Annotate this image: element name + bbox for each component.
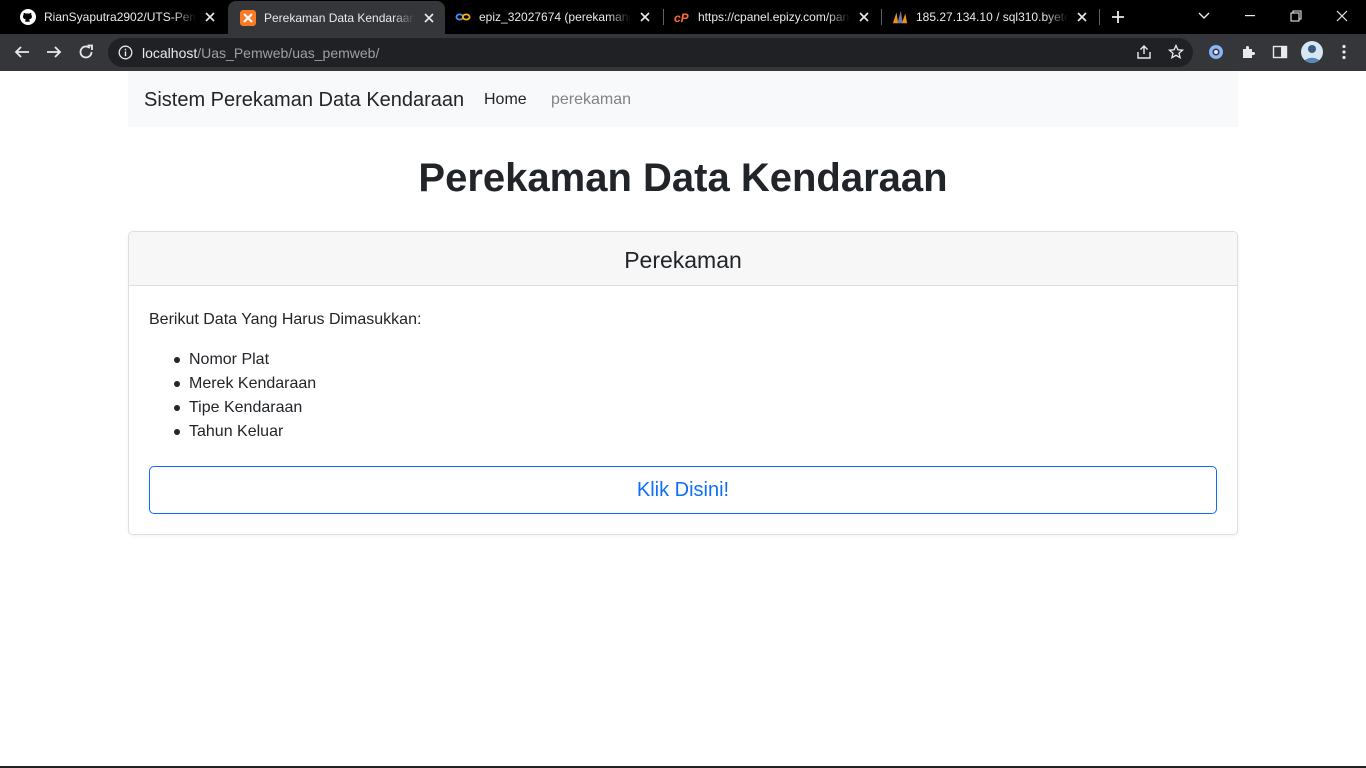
tab-title: RianSyaputra2902/UTS-Pemo	[44, 10, 196, 24]
url-path: /Uas_Pemweb/uas_pemweb/	[197, 45, 380, 61]
restore-button[interactable]	[1273, 0, 1319, 32]
close-icon	[1336, 10, 1348, 22]
forward-button[interactable]	[40, 38, 68, 66]
navbar-brand[interactable]: Sistem Perekaman Data Kendaraan	[144, 88, 464, 112]
perekaman-card: Perekaman Berikut Data Yang Harus Dimasu…	[128, 231, 1238, 535]
list-item: Nomor Plat	[149, 350, 316, 374]
share-icon	[1137, 45, 1151, 59]
close-icon[interactable]	[1074, 9, 1090, 25]
info-icon[interactable]	[118, 45, 133, 60]
url-text: localhost/Uas_Pemweb/uas_pemweb/	[142, 45, 379, 61]
url-host: localhost	[142, 45, 198, 61]
close-window-button[interactable]	[1319, 0, 1365, 32]
arrow-right-icon	[47, 46, 62, 58]
back-button[interactable]	[8, 38, 36, 66]
github-icon	[20, 9, 36, 25]
arrow-left-icon	[14, 46, 29, 58]
close-icon[interactable]	[856, 9, 872, 25]
profile-avatar[interactable]	[1301, 41, 1323, 63]
tab-title: Perekaman Data Kendaraan	[264, 10, 415, 25]
close-icon[interactable]	[202, 9, 218, 25]
tab-divider	[1099, 9, 1100, 25]
browser-tab-github[interactable]: RianSyaputra2902/UTS-Pemo	[8, 0, 226, 34]
xampp-icon	[240, 9, 256, 26]
side-panel-button[interactable]	[1266, 38, 1294, 66]
list-item: Merek Kendaraan	[149, 374, 316, 398]
tab-search-button[interactable]	[1181, 0, 1227, 32]
close-icon[interactable]	[421, 10, 437, 26]
side-panel-icon	[1272, 45, 1288, 59]
reload-button[interactable]	[72, 38, 100, 66]
tab-title: 185.27.134.10 / sql310.byetcluster	[916, 10, 1068, 24]
minimize-button[interactable]	[1227, 0, 1273, 32]
svg-text:cP: cP	[674, 11, 690, 25]
restore-icon	[1290, 10, 1302, 22]
browser-tab-strip: RianSyaputra2902/UTS-Pemo Perekaman Data…	[0, 0, 1366, 34]
list-item: Tipe Kendaraan	[149, 398, 316, 422]
close-icon[interactable]	[637, 9, 653, 25]
browser-tab-cpanel[interactable]: cP https://cpanel.epizy.com/panel	[662, 0, 880, 34]
extensions-menu-button[interactable]	[1234, 38, 1262, 66]
tab-title: https://cpanel.epizy.com/panel	[698, 10, 850, 24]
chevron-down-icon	[1198, 12, 1210, 19]
share-button[interactable]	[1130, 38, 1158, 66]
extension-icon	[1209, 45, 1223, 59]
klik-disini-button[interactable]: Klik Disini!	[149, 466, 1217, 514]
nav-link-home[interactable]: Home	[484, 90, 527, 110]
page-viewport: Sistem Perekaman Data Kendaraan Home per…	[0, 71, 1366, 766]
nav-link-perekaman[interactable]: perekaman	[551, 90, 631, 110]
tab-title: epiz_32027674 (perekamandata)	[479, 10, 631, 24]
plus-icon	[1112, 11, 1124, 23]
browser-tab-phpmyadmin[interactable]: 185.27.134.10 / sql310.byetcluster	[880, 0, 1098, 34]
required-fields-list: Nomor Plat Merek Kendaraan Tipe Kendaraa…	[149, 350, 316, 446]
infinityfree-icon	[455, 9, 471, 25]
extension-button[interactable]	[1202, 38, 1230, 66]
reload-icon	[79, 44, 93, 59]
new-tab-button[interactable]	[1106, 5, 1130, 29]
minimize-icon	[1245, 15, 1255, 17]
avatar-icon	[1304, 45, 1320, 63]
browser-toolbar: localhost/Uas_Pemweb/uas_pemweb/	[0, 34, 1366, 71]
address-bar[interactable]: localhost/Uas_Pemweb/uas_pemweb/	[108, 38, 1193, 67]
puzzle-icon	[1243, 46, 1255, 58]
navbar: Sistem Perekaman Data Kendaraan Home per…	[128, 71, 1238, 127]
list-item: Tahun Keluar	[149, 422, 316, 446]
page-title: Perekaman Data Kendaraan	[418, 156, 948, 200]
bookmark-button[interactable]	[1162, 38, 1190, 66]
browser-tab-epiz[interactable]: epiz_32027674 (perekamandata)	[443, 0, 661, 34]
browser-menu-button[interactable]	[1330, 38, 1358, 66]
star-icon	[1168, 44, 1184, 60]
card-header: Perekaman	[129, 232, 1237, 286]
card-intro-text: Berikut Data Yang Harus Dimasukkan:	[149, 311, 422, 328]
card-title: Perekaman	[624, 247, 742, 273]
cpanel-icon: cP	[674, 9, 690, 25]
browser-tab-perekaman[interactable]: Perekaman Data Kendaraan	[228, 1, 445, 34]
more-vertical-icon	[1342, 44, 1346, 60]
phpmyadmin-icon	[892, 9, 908, 25]
